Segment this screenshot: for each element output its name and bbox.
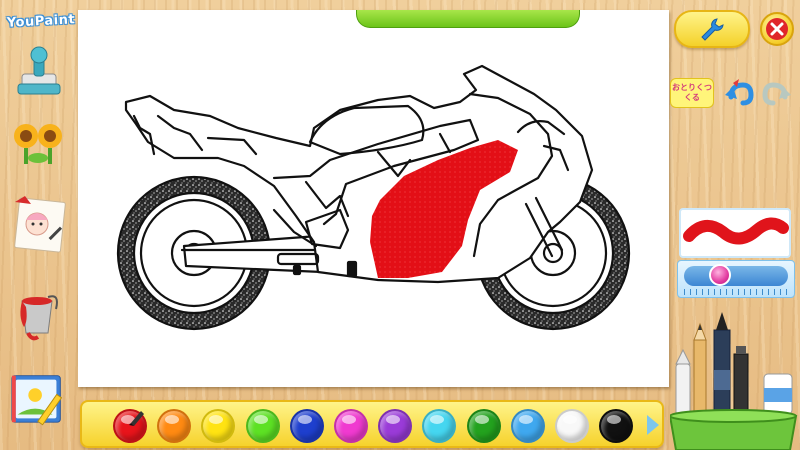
undo-button[interactable] [722, 78, 756, 110]
ruler-ticks [684, 289, 788, 295]
stamp-icon [17, 46, 61, 95]
color-swatch-purple[interactable] [378, 409, 413, 443]
swatch-shine [474, 415, 489, 424]
swatch-shine [607, 415, 622, 424]
crayon-book-icon [11, 375, 63, 426]
color-swatch-orange[interactable] [157, 409, 192, 443]
settings-button[interactable] [674, 10, 750, 48]
color-swatch-magenta[interactable] [334, 409, 368, 443]
selected-pen-icon [129, 411, 144, 426]
color-swatch-dark-green[interactable] [466, 409, 501, 443]
motorcycle-line-art [116, 64, 631, 331]
flower-stamp-button[interactable] [8, 112, 70, 174]
paint-bucket-icon [20, 295, 58, 341]
brush-preview [679, 208, 791, 258]
wrench-icon [701, 18, 724, 41]
stamp-tool-button[interactable] [8, 42, 70, 104]
sticker-gallery-icon [14, 196, 66, 253]
swatch-shine [209, 415, 224, 424]
color-swatch-sky-blue[interactable] [510, 409, 545, 443]
color-swatch-blue[interactable] [289, 409, 324, 443]
color-swatch-yellow[interactable] [201, 409, 236, 443]
slider-knob[interactable] [708, 264, 731, 286]
close-button[interactable] [760, 12, 794, 46]
color-swatch-red[interactable] [113, 409, 147, 443]
swatch-shine [518, 415, 533, 424]
color-swatch-white[interactable] [555, 409, 589, 443]
color-swatch-green[interactable] [245, 409, 280, 443]
sticker-gallery-button[interactable] [8, 192, 70, 254]
redo-icon [762, 82, 791, 106]
undo-icon [725, 79, 754, 106]
swatch-shine [430, 415, 445, 424]
pencil-cup [668, 310, 800, 450]
close-icon [766, 18, 788, 40]
palette-next-arrow[interactable] [647, 415, 659, 435]
eraser-tool[interactable] [763, 373, 793, 415]
swatch-shine [253, 415, 268, 424]
paint-bucket-button[interactable] [8, 284, 70, 346]
redo-button[interactable] [760, 78, 794, 110]
swatch-shine [342, 415, 356, 424]
flower-icon [14, 124, 62, 164]
brush-size-slider[interactable] [677, 260, 795, 298]
swatch-shine [165, 415, 180, 424]
color-palette [80, 400, 664, 448]
swatch-shine [386, 415, 401, 424]
youpaint-logo: YouPaint [6, 11, 76, 31]
slider-track [684, 266, 788, 286]
canvas-clip [356, 10, 580, 28]
color-swatch-cyan[interactable] [422, 409, 457, 443]
otorikun-button[interactable]: おとりくつくる [670, 78, 714, 108]
brush-stroke-preview [683, 217, 789, 245]
color-swatch-black[interactable] [599, 409, 634, 443]
swatch-shine [297, 415, 312, 424]
swatch-shine [563, 415, 577, 424]
coloring-book-button[interactable] [8, 366, 70, 428]
drawing-canvas[interactable] [78, 10, 669, 387]
